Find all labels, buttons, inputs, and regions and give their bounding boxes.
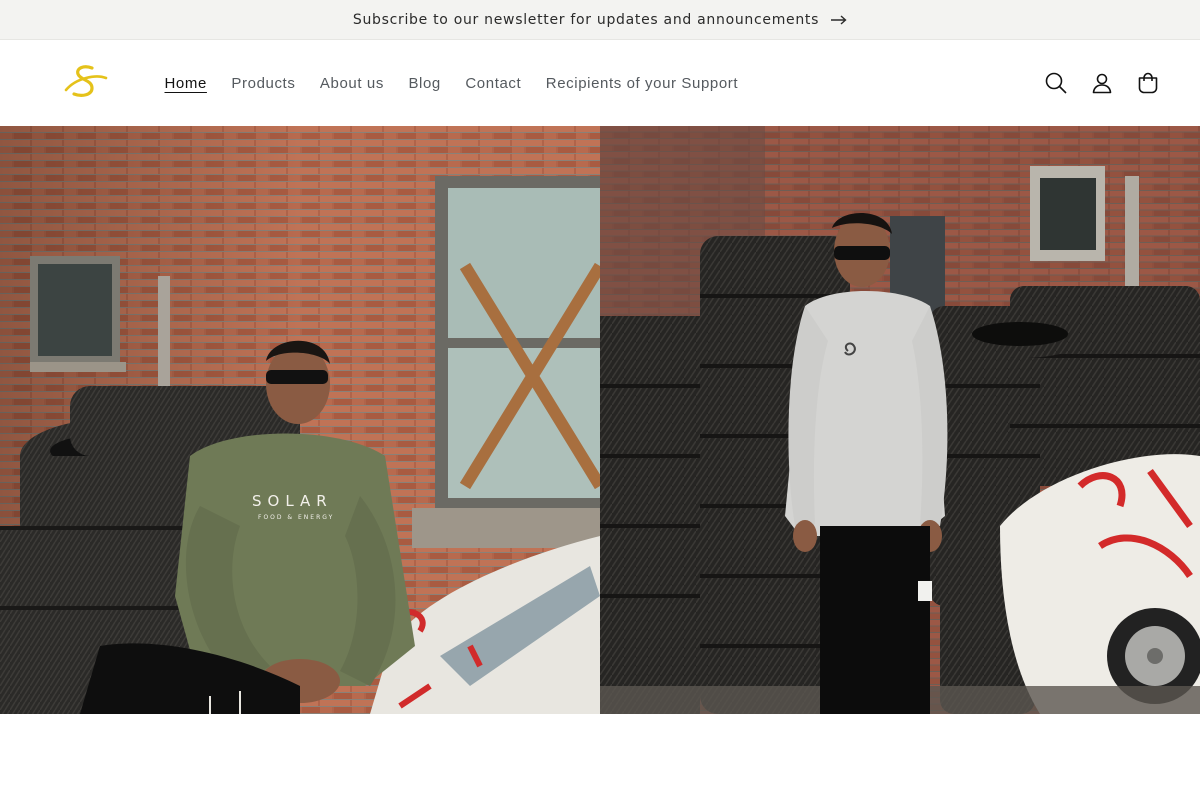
nav-about-us[interactable]: About us	[307, 65, 396, 102]
nav-products[interactable]: Products	[219, 65, 308, 102]
shirt-print-solar: SOLAR	[252, 492, 333, 510]
nav-blog[interactable]: Blog	[396, 65, 453, 102]
cart-icon[interactable]	[1136, 71, 1160, 95]
header-icons	[1044, 40, 1160, 126]
shirt-print-food-energy: FOOD & ENERGY	[258, 514, 334, 521]
announcement-text: Subscribe to our newsletter for updates …	[352, 11, 820, 28]
account-icon[interactable]	[1090, 71, 1114, 95]
nav-recipients-of-your-support[interactable]: Recipients of your Support	[533, 65, 750, 102]
hero-image-left: SOLAR FOOD & ENERGY	[0, 126, 600, 714]
solar-logo[interactable]	[62, 64, 110, 102]
nav-contact[interactable]: Contact	[453, 65, 533, 102]
site-header: Home Products About us Blog Contact Reci…	[0, 40, 1200, 126]
announcement-bar[interactable]: Subscribe to our newsletter for updates …	[0, 0, 1200, 40]
nav-home[interactable]: Home	[152, 65, 219, 102]
hero-image-right	[600, 126, 1200, 714]
main-nav: Home Products About us Blog Contact Reci…	[152, 40, 750, 126]
search-icon[interactable]	[1044, 71, 1068, 95]
hero-banner: SOLAR FOOD & ENERGY	[0, 126, 1200, 714]
arrow-right-icon	[831, 14, 847, 25]
